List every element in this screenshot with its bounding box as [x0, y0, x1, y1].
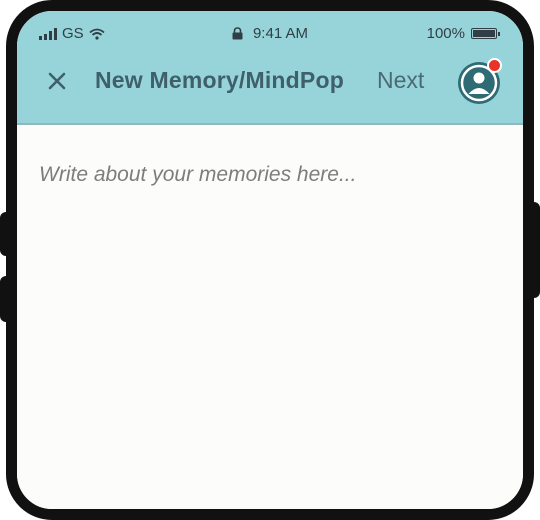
page-title: New Memory/MindPop — [95, 67, 344, 93]
nav-bar: New Memory/MindPop Next — [17, 55, 523, 113]
lock-icon — [232, 27, 243, 40]
clock-time: 9:41 AM — [252, 25, 309, 42]
status-right: 100% — [426, 25, 500, 42]
battery-icon — [471, 28, 500, 39]
app-header: GS 9:41 AM 100% New Memory/MindPop Next — [17, 11, 523, 125]
status-bar: GS 9:41 AM 100% — [17, 23, 523, 45]
next-button[interactable]: Next — [377, 67, 424, 94]
notification-dot — [487, 58, 502, 73]
battery-percent: 100% — [426, 25, 465, 42]
close-icon[interactable] — [47, 71, 67, 91]
memory-text-input[interactable]: Write about your memories here... — [39, 163, 509, 187]
memory-editor: Write about your memories here... — [17, 125, 523, 509]
phone-frame: GS 9:41 AM 100% New Memory/MindPop Next … — [6, 0, 534, 520]
